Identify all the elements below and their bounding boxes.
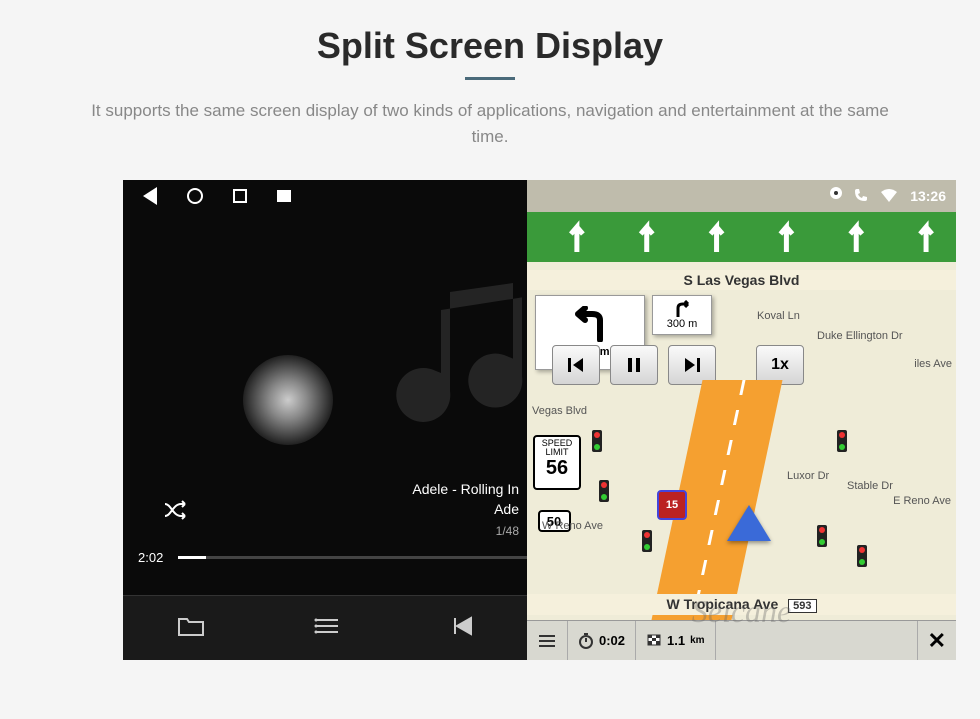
- progress-area: 2:02: [138, 550, 527, 565]
- track-count: 1/48: [412, 523, 519, 540]
- home-icon[interactable]: [187, 188, 203, 204]
- shuffle-icon[interactable]: [163, 500, 189, 526]
- track-title: Adele - Rolling In: [412, 480, 519, 500]
- page-subtitle: It supports the same screen display of t…: [80, 98, 900, 149]
- picture-icon: [277, 190, 291, 202]
- elapsed-time: 2:02: [138, 550, 163, 565]
- navigation-pane: 13:26 S Las Vegas Blvd: [527, 180, 956, 660]
- traffic-light-icon: [642, 530, 652, 552]
- menu-button[interactable]: [527, 621, 568, 660]
- next-button[interactable]: [668, 345, 716, 385]
- close-button[interactable]: ✕: [917, 621, 956, 660]
- prev-button[interactable]: [552, 345, 600, 385]
- music-pane: Adele - Rolling In Ade 1/48 2:02: [123, 180, 527, 660]
- title-underline: [465, 77, 515, 80]
- wifi-icon: [880, 188, 898, 205]
- page-title: Split Screen Display: [0, 25, 980, 67]
- traffic-light-icon: [817, 525, 827, 547]
- traffic-light-icon: [592, 430, 602, 452]
- status-bar-left: [123, 180, 527, 212]
- touch-indicator: [243, 355, 333, 445]
- trip-time[interactable]: 0:02: [568, 621, 636, 660]
- back-icon[interactable]: [143, 187, 157, 205]
- lane-guidance: [527, 212, 956, 262]
- label-reno-e: E Reno Ave: [893, 495, 951, 507]
- map-background[interactable]: 13:26 S Las Vegas Blvd: [527, 180, 956, 660]
- interstate-shield: 15: [657, 490, 687, 520]
- traffic-light-icon: [837, 430, 847, 452]
- map-roads: [527, 380, 956, 620]
- track-info: Adele - Rolling In Ade 1/48: [412, 480, 519, 540]
- next-unit: m: [688, 318, 697, 330]
- track-artist: Ade: [412, 500, 519, 520]
- album-art-area: [123, 225, 527, 475]
- label-reno-w: W Reno Ave: [542, 520, 603, 532]
- folder-icon[interactable]: [177, 615, 205, 642]
- playlist-icon[interactable]: [314, 616, 340, 641]
- label-vegas: Vegas Blvd: [532, 405, 587, 417]
- label-stable: Stable Dr: [847, 480, 893, 492]
- current-position-icon: [727, 505, 771, 541]
- stopwatch-icon: [578, 633, 594, 649]
- phone-icon: [854, 188, 868, 205]
- progress-bar[interactable]: [178, 556, 527, 559]
- clock-time: 13:26: [910, 188, 946, 204]
- turn-left-icon: [570, 306, 610, 342]
- recent-apps-icon[interactable]: [233, 189, 247, 203]
- playback-speed-button[interactable]: 1x: [756, 345, 804, 385]
- exit-badge: 593: [788, 599, 816, 613]
- label-luxor: Luxor Dr: [787, 470, 829, 482]
- progress-fill: [178, 556, 206, 559]
- pause-button[interactable]: [610, 345, 658, 385]
- status-bar-right: 13:26: [527, 180, 956, 212]
- next-distance: 300: [667, 318, 685, 330]
- label-iles: iles Ave: [914, 358, 952, 370]
- watermark: Seicane: [692, 593, 792, 630]
- top-street-label: S Las Vegas Blvd: [527, 270, 956, 290]
- traffic-light-icon: [599, 480, 609, 502]
- traffic-light-icon: [857, 545, 867, 567]
- label-duke: Duke Ellington Dr: [817, 330, 903, 342]
- flag-icon: [646, 633, 662, 649]
- previous-track-icon[interactable]: [449, 616, 473, 641]
- next-turn-panel: 300 m: [652, 295, 712, 335]
- turn-right-icon: [673, 300, 691, 318]
- location-pin-icon: [830, 187, 842, 206]
- device-frame: Adele - Rolling In Ade 1/48 2:02: [123, 180, 956, 660]
- music-bottom-bar: [123, 595, 527, 660]
- map-media-controls: 1x: [552, 345, 804, 385]
- label-koval: Koval Ln: [757, 310, 800, 322]
